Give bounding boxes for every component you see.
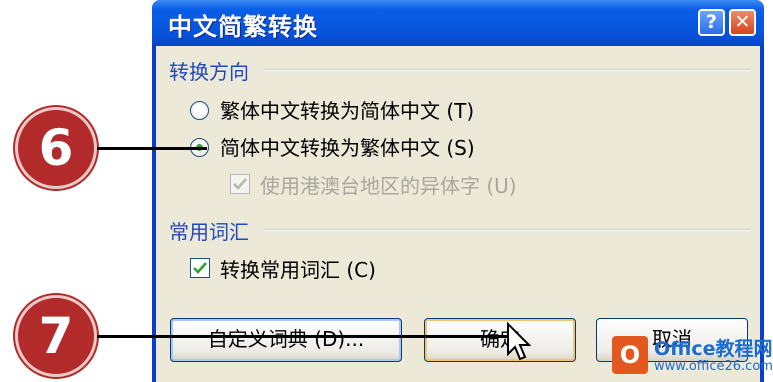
dialog-window: 中文简繁转换 ? ✕ 转换方向 繁体中文转换为简体中文 (T) 简体中文转换为繁… bbox=[152, 0, 764, 382]
close-button[interactable]: ✕ bbox=[729, 9, 756, 36]
custom-dictionary-button[interactable]: 自定义词典 (D)... bbox=[170, 318, 402, 362]
radio-trad-to-simp-label[interactable]: 繁体中文转换为简体中文 (T) bbox=[220, 95, 474, 124]
radio-simp-to-trad-label[interactable]: 简体中文转换为繁体中文 (S) bbox=[220, 132, 475, 161]
mouse-cursor-icon bbox=[507, 322, 532, 361]
step-marker-6: 6 bbox=[18, 110, 94, 186]
watermark-title: Office教程网 bbox=[654, 338, 773, 360]
hk-variants-checkbox[interactable] bbox=[230, 174, 250, 194]
direction-group-divider bbox=[264, 69, 750, 71]
checkmark-icon bbox=[193, 262, 207, 274]
dialog-title: 中文简繁转换 bbox=[168, 13, 318, 41]
radio-trad-to-simp[interactable] bbox=[190, 101, 209, 120]
vocab-group-label: 常用词汇 bbox=[169, 220, 249, 244]
watermark-url: www.office26.com bbox=[654, 359, 773, 374]
direction-group-label: 转换方向 bbox=[169, 60, 249, 84]
convert-vocab-checkbox[interactable] bbox=[190, 258, 210, 278]
convert-vocab-label[interactable]: 转换常用词汇 (C) bbox=[220, 254, 376, 283]
hk-variants-label: 使用港澳台地区的异体字 (U) bbox=[260, 174, 517, 198]
leader-line-6 bbox=[97, 147, 207, 150]
ok-button[interactable]: 确定 bbox=[424, 318, 576, 362]
vocab-group-divider bbox=[264, 229, 750, 231]
step-marker-7: 7 bbox=[18, 298, 94, 374]
title-bar[interactable]: 中文简繁转换 ? ✕ bbox=[152, 0, 764, 46]
watermark: O Office教程网 www.office26.com bbox=[604, 332, 773, 382]
leader-line-7 bbox=[97, 335, 507, 338]
help-button[interactable]: ? bbox=[698, 9, 725, 36]
office-logo-icon: O bbox=[612, 336, 648, 374]
checkmark-icon bbox=[233, 178, 247, 190]
